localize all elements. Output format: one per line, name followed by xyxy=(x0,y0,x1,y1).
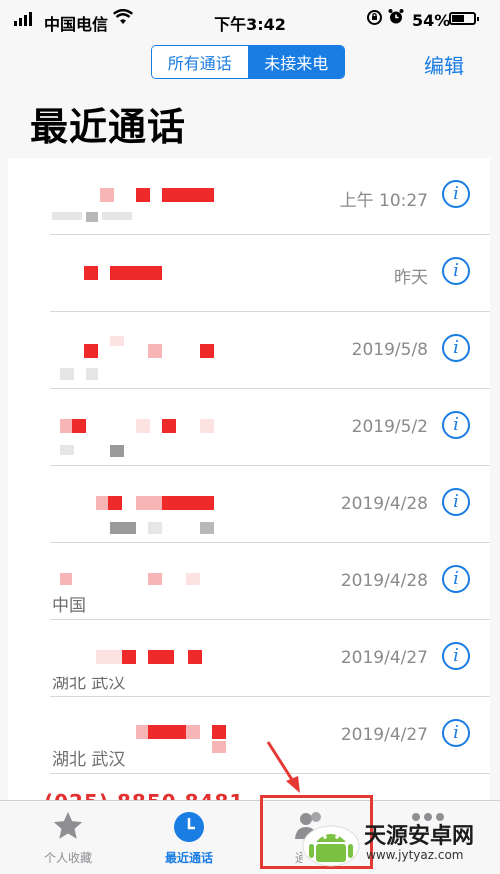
tab-label: 最近通话 xyxy=(164,851,213,865)
call-row[interactable]: 中国 2019/4/28 i xyxy=(8,543,490,620)
info-button[interactable]: i xyxy=(442,719,470,747)
android-logo xyxy=(302,825,360,867)
call-location: 湖北 武汉 xyxy=(52,750,126,770)
info-icon: i xyxy=(453,568,459,589)
info-button[interactable]: i xyxy=(442,257,470,285)
watermark-title: 天源安卓网 xyxy=(364,824,475,849)
row-divider xyxy=(50,773,490,774)
info-icon: i xyxy=(453,183,459,204)
info-icon: i xyxy=(453,414,459,435)
info-button[interactable]: i xyxy=(442,565,470,593)
call-time: 2019/4/27 xyxy=(340,725,428,745)
call-row[interactable]: 2019/5/8 i xyxy=(8,312,490,389)
info-button[interactable]: i xyxy=(442,411,470,439)
call-row[interactable]: 上午 10:27 i xyxy=(8,158,490,235)
tab-label: 个人收藏 xyxy=(43,851,92,865)
call-time: 昨天 xyxy=(394,268,428,288)
alarm-icon xyxy=(388,8,404,29)
info-button[interactable]: i xyxy=(442,642,470,670)
call-row[interactable]: 2019/4/28 i xyxy=(8,466,490,543)
star-icon xyxy=(51,809,85,847)
battery-icon xyxy=(449,12,479,25)
info-icon: i xyxy=(453,491,459,512)
info-icon: i xyxy=(453,722,459,743)
page-title: 最近通话 xyxy=(30,105,187,149)
info-icon: i xyxy=(453,337,459,358)
watermark-url: www.jytyaz.com xyxy=(366,848,464,862)
call-time: 上午 10:27 xyxy=(339,191,428,211)
info-button[interactable]: i xyxy=(442,488,470,516)
call-time: 2019/5/8 xyxy=(351,340,428,360)
edit-button[interactable]: 编辑 xyxy=(424,50,464,79)
call-time: 2019/4/28 xyxy=(340,494,428,514)
info-button[interactable]: i xyxy=(442,334,470,362)
call-row[interactable]: 湖北 武汉 2019/4/27 i xyxy=(8,620,490,697)
watermark: 天源安卓网 www.jytyaz.com xyxy=(300,818,500,870)
call-time: 2019/4/28 xyxy=(340,571,428,591)
call-location: 中国 xyxy=(52,596,86,616)
battery-percent: 54% xyxy=(412,11,451,30)
tab-favorites[interactable]: 个人收藏 xyxy=(18,801,118,874)
tab-recents[interactable]: 最近通话 xyxy=(139,801,239,874)
info-icon: i xyxy=(453,645,459,666)
call-row[interactable]: 昨天 i xyxy=(8,235,490,312)
status-bar: 中国电信 下午3:42 54% xyxy=(0,0,500,40)
clock-icon xyxy=(173,811,205,847)
call-location: 湖北 武汉 xyxy=(52,673,126,693)
call-time: 2019/5/2 xyxy=(351,417,428,437)
segment-all-calls[interactable]: 所有通话 xyxy=(152,46,249,78)
segment-missed-calls[interactable]: 未接来电 xyxy=(248,46,344,78)
info-button[interactable]: i xyxy=(442,180,470,208)
call-time: 2019/4/27 xyxy=(340,648,428,668)
recent-calls-list: 上午 10:27 i 昨天 i 2019/5/8 i 2019/5/2 i 20… xyxy=(8,158,490,801)
info-icon: i xyxy=(453,260,459,281)
call-row[interactable]: 湖北 武汉 2019/4/27 i xyxy=(8,697,490,774)
call-filter-segmented-control: 所有通话 未接来电 xyxy=(151,45,345,79)
rotation-lock-icon xyxy=(366,9,383,30)
call-row[interactable]: 2019/5/2 i xyxy=(8,389,490,466)
